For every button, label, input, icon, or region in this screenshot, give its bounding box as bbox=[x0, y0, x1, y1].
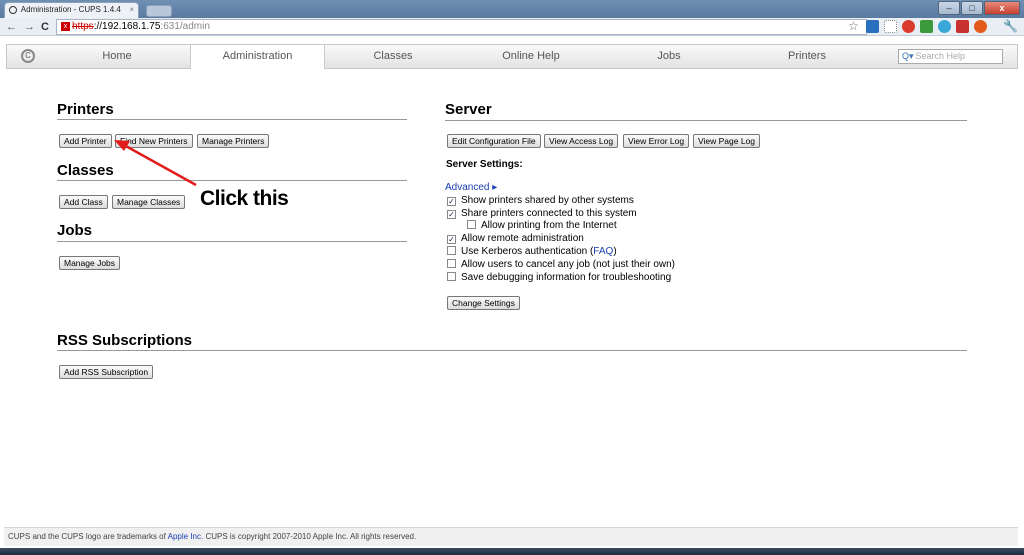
page-footer: CUPS and the CUPS logo are trademarks of… bbox=[4, 527, 1018, 546]
apple-link[interactable]: Apple Inc. bbox=[168, 532, 204, 541]
os-taskbar bbox=[0, 548, 1024, 555]
annotation-arrow bbox=[114, 140, 197, 187]
annotation-label: Click this bbox=[200, 187, 289, 210]
